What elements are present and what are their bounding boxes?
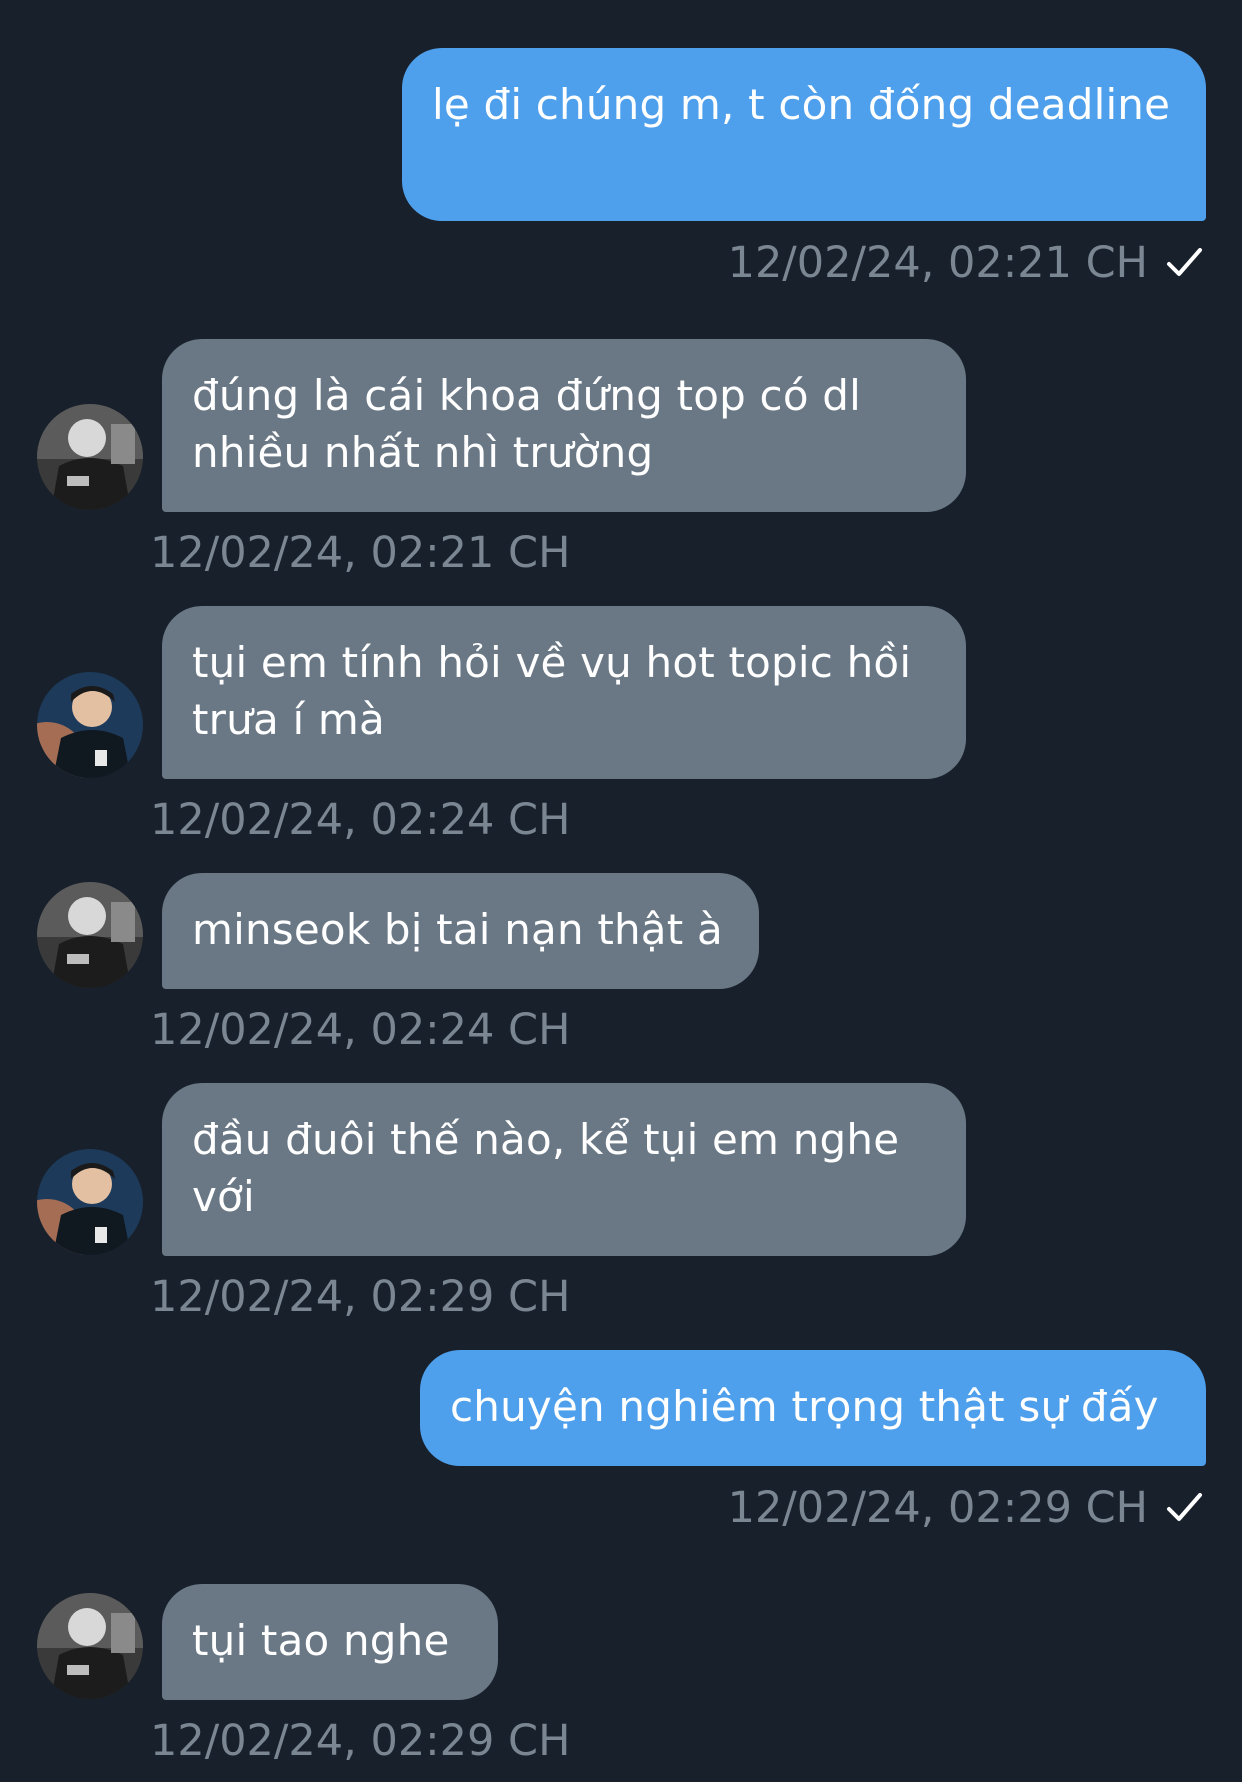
message-text: lẹ đi chúng m, t còn đống deadline (432, 80, 1171, 129)
message-timestamp: 12/02/24, 02:21 CH (150, 528, 571, 578)
message-bubble-incoming[interactable]: đầu đuôi thế nào, kể tụi em nghe với (162, 1083, 966, 1256)
avatar[interactable] (37, 672, 143, 778)
message-bubble-incoming[interactable]: minseok bị tai nạn thật à (162, 873, 759, 989)
message-timestamp: 12/02/24, 02:24 CH (150, 1005, 571, 1055)
avatar[interactable] (37, 882, 143, 988)
message-text: tụi em tính hỏi về vụ hot topic hồi trưa… (192, 638, 912, 744)
message-timestamp: 12/02/24, 02:29 CH (150, 1272, 571, 1322)
check-icon (1167, 248, 1202, 276)
message-timestamp: 12/02/24, 02:29 CH (150, 1716, 571, 1766)
avatar-bw-player-icon (37, 882, 143, 988)
message-text: đầu đuôi thế nào, kể tụi em nghe với (192, 1115, 900, 1221)
message-timestamp: 12/02/24, 02:29 CH (727, 1483, 1148, 1533)
message-bubble-incoming[interactable]: đúng là cái khoa đứng top có dl nhiều nh… (162, 339, 966, 512)
avatar[interactable] (37, 1149, 143, 1255)
message-text: tụi tao nghe (192, 1616, 450, 1665)
message-timestamp: 12/02/24, 02:24 CH (150, 795, 571, 845)
avatar-color-player-icon (37, 1149, 143, 1255)
message-text: minseok bị tai nạn thật à (192, 905, 723, 954)
avatar-color-player-icon (37, 672, 143, 778)
avatar[interactable] (37, 404, 143, 510)
avatar[interactable] (37, 1593, 143, 1699)
message-text: đúng là cái khoa đứng top có dl nhiều nh… (192, 371, 861, 477)
message-bubble-outgoing[interactable]: chuyện nghiêm trọng thật sự đấy (420, 1350, 1206, 1466)
avatar-bw-player-icon (37, 404, 143, 510)
message-bubble-incoming[interactable]: tụi tao nghe (162, 1584, 498, 1700)
avatar-bw-player-icon (37, 1593, 143, 1699)
message-bubble-incoming[interactable]: tụi em tính hỏi về vụ hot topic hồi trưa… (162, 606, 966, 779)
message-text: chuyện nghiêm trọng thật sự đấy (450, 1382, 1159, 1431)
message-bubble-outgoing[interactable]: lẹ đi chúng m, t còn đống deadline (402, 48, 1206, 221)
check-icon (1167, 1493, 1202, 1521)
message-timestamp: 12/02/24, 02:21 CH (727, 238, 1148, 288)
